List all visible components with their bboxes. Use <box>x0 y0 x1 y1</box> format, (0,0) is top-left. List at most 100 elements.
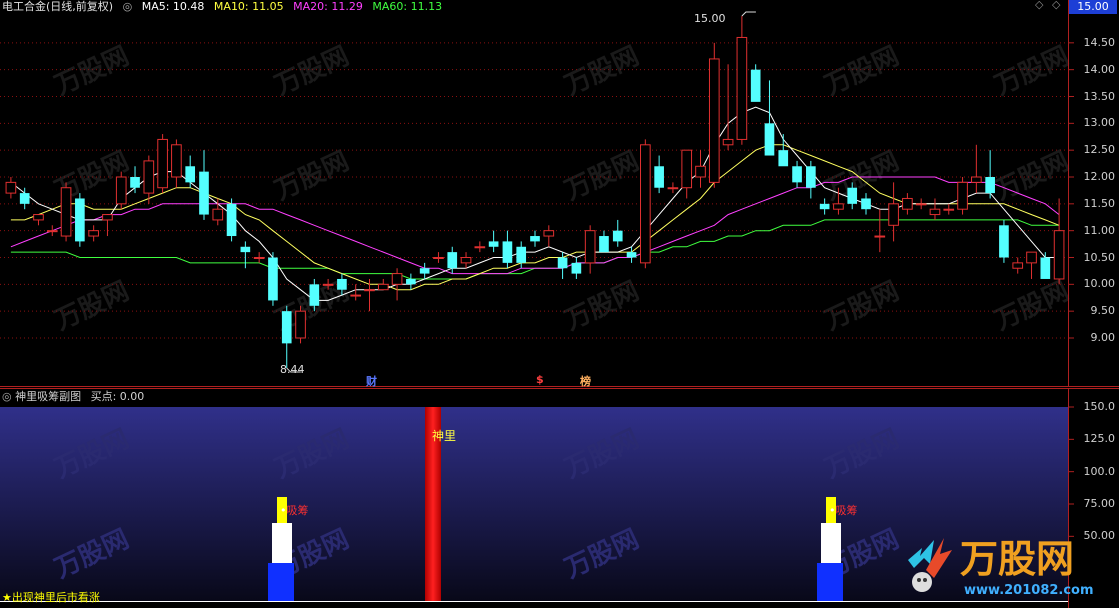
indicator-title[interactable]: 神里吸筹副图 <box>15 390 81 403</box>
candle <box>75 193 85 247</box>
candle-body <box>599 236 609 253</box>
candle-body <box>406 278 416 285</box>
candle-body <box>915 203 927 206</box>
candle-body <box>516 246 527 263</box>
ma60-label: MA60: 11.13 <box>372 0 443 13</box>
candle <box>350 284 362 301</box>
axis-label: 11.50 <box>1083 196 1116 210</box>
candle <box>157 134 168 194</box>
candle <box>654 155 664 194</box>
stock-name[interactable]: 电工合金(日线,前复权) <box>2 0 113 13</box>
candle <box>929 198 941 220</box>
candle <box>861 193 871 215</box>
candle-body <box>640 144 651 264</box>
current-price-tag: 15.00 <box>1069 0 1117 14</box>
candle-body <box>847 187 858 204</box>
logo-brand-text: 万股网 <box>960 537 1074 581</box>
candle-body <box>322 283 334 286</box>
diamond-icon[interactable]: ◇ <box>1035 0 1043 11</box>
candle-body <box>722 138 734 146</box>
candle-body <box>792 166 802 183</box>
candle <box>88 225 99 242</box>
candle-body <box>281 311 292 344</box>
collapse-icon[interactable]: ◎ <box>2 390 12 403</box>
xichou-stack-1-white <box>272 523 292 563</box>
candle <box>543 225 555 247</box>
moving-average-lines <box>10 106 1060 301</box>
candle-body <box>971 176 982 183</box>
candle-body <box>888 203 899 226</box>
watermark-text: 万股网 <box>270 41 353 101</box>
watermark-text: 万股网 <box>560 41 643 101</box>
candle-body <box>612 230 623 242</box>
candle-body <box>654 166 664 188</box>
candle-body <box>130 177 140 188</box>
indicator-title-bar: ◎ 神里吸筹副图 买点: 0.00 <box>2 388 144 404</box>
candlestick-chart[interactable]: 万股网 万股网 万股网 万股网 万股网万股网 万股网 万股网 万股网 万股网万股网 万股网 万股网万… <box>0 0 1119 387</box>
candle <box>599 230 609 253</box>
candle-body <box>88 230 99 237</box>
candle <box>406 273 416 290</box>
settings-icon[interactable]: ◎ <box>123 0 133 13</box>
high-price: 15.00 <box>694 12 726 25</box>
watermark-text: 万股网 <box>990 146 1073 206</box>
watermark-text: 万股网 <box>820 276 903 336</box>
candle-body <box>1026 251 1037 264</box>
watermark-text: 万股网 <box>50 276 133 336</box>
candle-body <box>681 149 693 189</box>
ma5-label: MA5: 10.48 <box>141 0 205 13</box>
candle <box>584 225 596 274</box>
candle-body <box>75 198 85 242</box>
watermark-text: 万股网 <box>560 146 643 206</box>
candle-body <box>157 138 168 189</box>
xichou-stack-2-blue <box>817 563 843 601</box>
candle-body <box>571 262 582 274</box>
candle <box>778 134 789 167</box>
axis-label: 9.00 <box>1090 331 1116 344</box>
xichou-label-1: •吸筹 <box>280 502 309 518</box>
candle-body <box>957 181 968 210</box>
candle-body <box>115 176 127 205</box>
candle-body <box>874 235 886 238</box>
candle <box>708 42 720 188</box>
axis-label: 14.50 <box>1083 35 1116 49</box>
candle-body <box>377 283 389 291</box>
candle-body <box>764 123 775 156</box>
candle <box>915 198 927 210</box>
candle-body <box>833 203 844 210</box>
candle-body <box>171 144 182 178</box>
watermark-text: 万股网 <box>560 276 643 336</box>
low-price: 8.44 <box>280 363 305 376</box>
watermark-text: 万股网 <box>270 146 353 206</box>
candle <box>640 139 651 269</box>
marker-bang[interactable]: 榜 <box>580 373 591 389</box>
candle <box>792 160 802 188</box>
candle <box>971 144 982 194</box>
marker-dollar[interactable]: $ <box>536 373 544 386</box>
candle <box>985 150 995 199</box>
candle-body <box>819 203 830 210</box>
candle-body <box>1040 257 1051 279</box>
candle-body <box>391 273 403 285</box>
pin-icon[interactable]: ◇ <box>1052 0 1060 11</box>
axis-label: 12.00 <box>1083 170 1116 183</box>
shenli-label: 神里 <box>432 429 457 443</box>
candle <box>281 305 292 369</box>
candle-body <box>474 246 486 249</box>
candle <box>1012 257 1024 274</box>
candle-body <box>185 166 196 183</box>
indicator-axis-label: 150.0 <box>1083 400 1116 413</box>
candle-body <box>350 294 362 297</box>
marker-cai[interactable]: 财 <box>366 373 377 389</box>
low-label: 8.44 <box>280 363 305 376</box>
candle-body <box>902 197 913 210</box>
candle <box>460 252 472 269</box>
candle <box>902 193 913 215</box>
candle-body <box>240 246 251 253</box>
ma20-label: MA20: 11.29 <box>293 0 363 13</box>
axis-label: 13.00 <box>1083 116 1116 130</box>
candle <box>806 160 816 199</box>
candle <box>530 230 540 247</box>
candle-body <box>861 198 871 210</box>
candle <box>185 155 196 188</box>
